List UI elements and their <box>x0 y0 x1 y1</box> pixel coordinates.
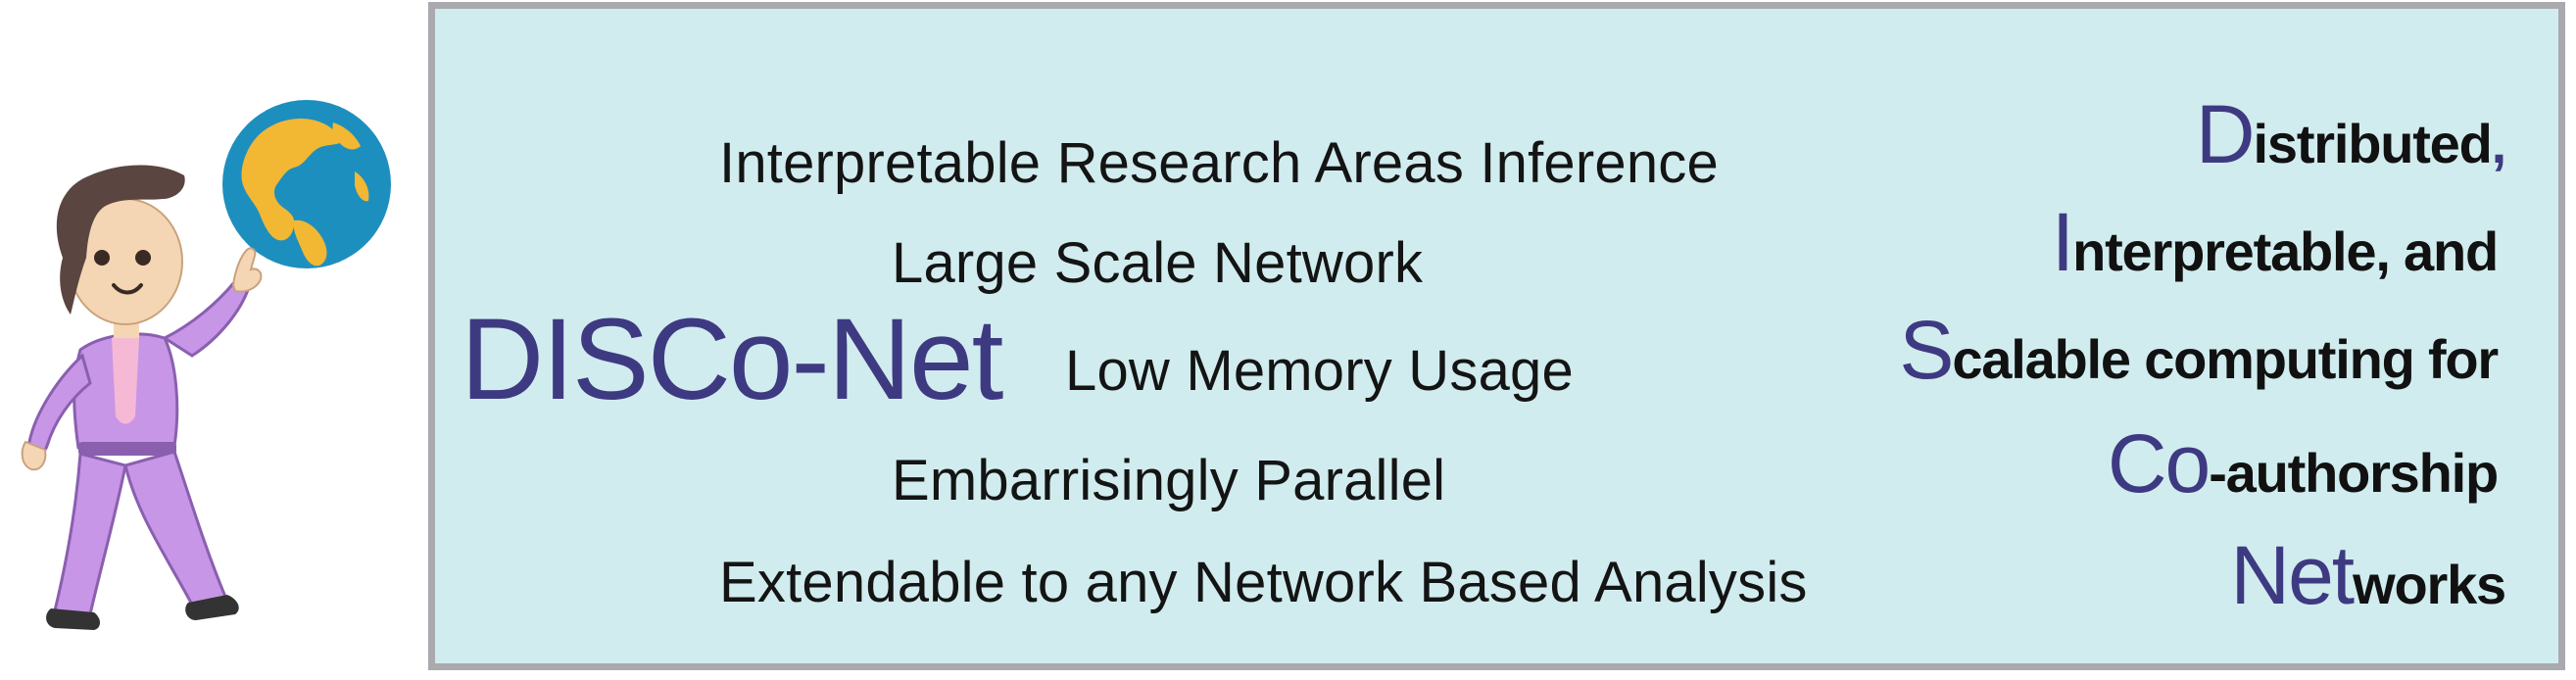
acronym-letter: S <box>1899 304 1954 396</box>
acronym-line-networks: Networks <box>2230 534 2506 616</box>
feature-item: Low Memory Usage <box>1065 339 1574 403</box>
acronym-rest: -authorship <box>2209 442 2499 504</box>
banner: DISCo-Net Interpretable Research Areas I… <box>0 0 2576 680</box>
acronym-line-distributed: Distributed, <box>2196 93 2507 175</box>
acronym-line-scalable: Scalable computing for <box>1899 309 2499 391</box>
acronym-line-coauthorship: Co-authorship <box>2108 422 2499 505</box>
feature-item: Large Scale Network <box>892 231 1424 295</box>
globe-icon <box>222 100 391 268</box>
brand-title: DISCo-Net <box>461 295 1003 424</box>
acronym-letter: Net <box>2230 529 2355 621</box>
acronym-rest: calable computing for <box>1952 328 2499 390</box>
content-panel: DISCo-Net Interpretable Research Areas I… <box>428 2 2565 670</box>
acronym-letter: Co <box>2107 417 2211 510</box>
feature-item: Embarrisingly Parallel <box>892 449 1446 512</box>
feature-item: Extendable to any Network Based Analysis <box>719 551 1808 614</box>
acronym-letter: I <box>2051 196 2074 288</box>
mascot-illustration <box>21 100 391 630</box>
acronym-letter: D <box>2195 88 2256 180</box>
acronym-rest: nterpretable, and <box>2072 220 2499 282</box>
acronym-line-interpretable: Interpretable, and <box>2052 201 2499 283</box>
acronym-rest: works <box>2353 554 2506 615</box>
acronym-rest: istributed <box>2253 113 2493 174</box>
acronym-comma: , <box>2491 113 2507 174</box>
feature-item: Interpretable Research Areas Inference <box>719 131 1719 195</box>
